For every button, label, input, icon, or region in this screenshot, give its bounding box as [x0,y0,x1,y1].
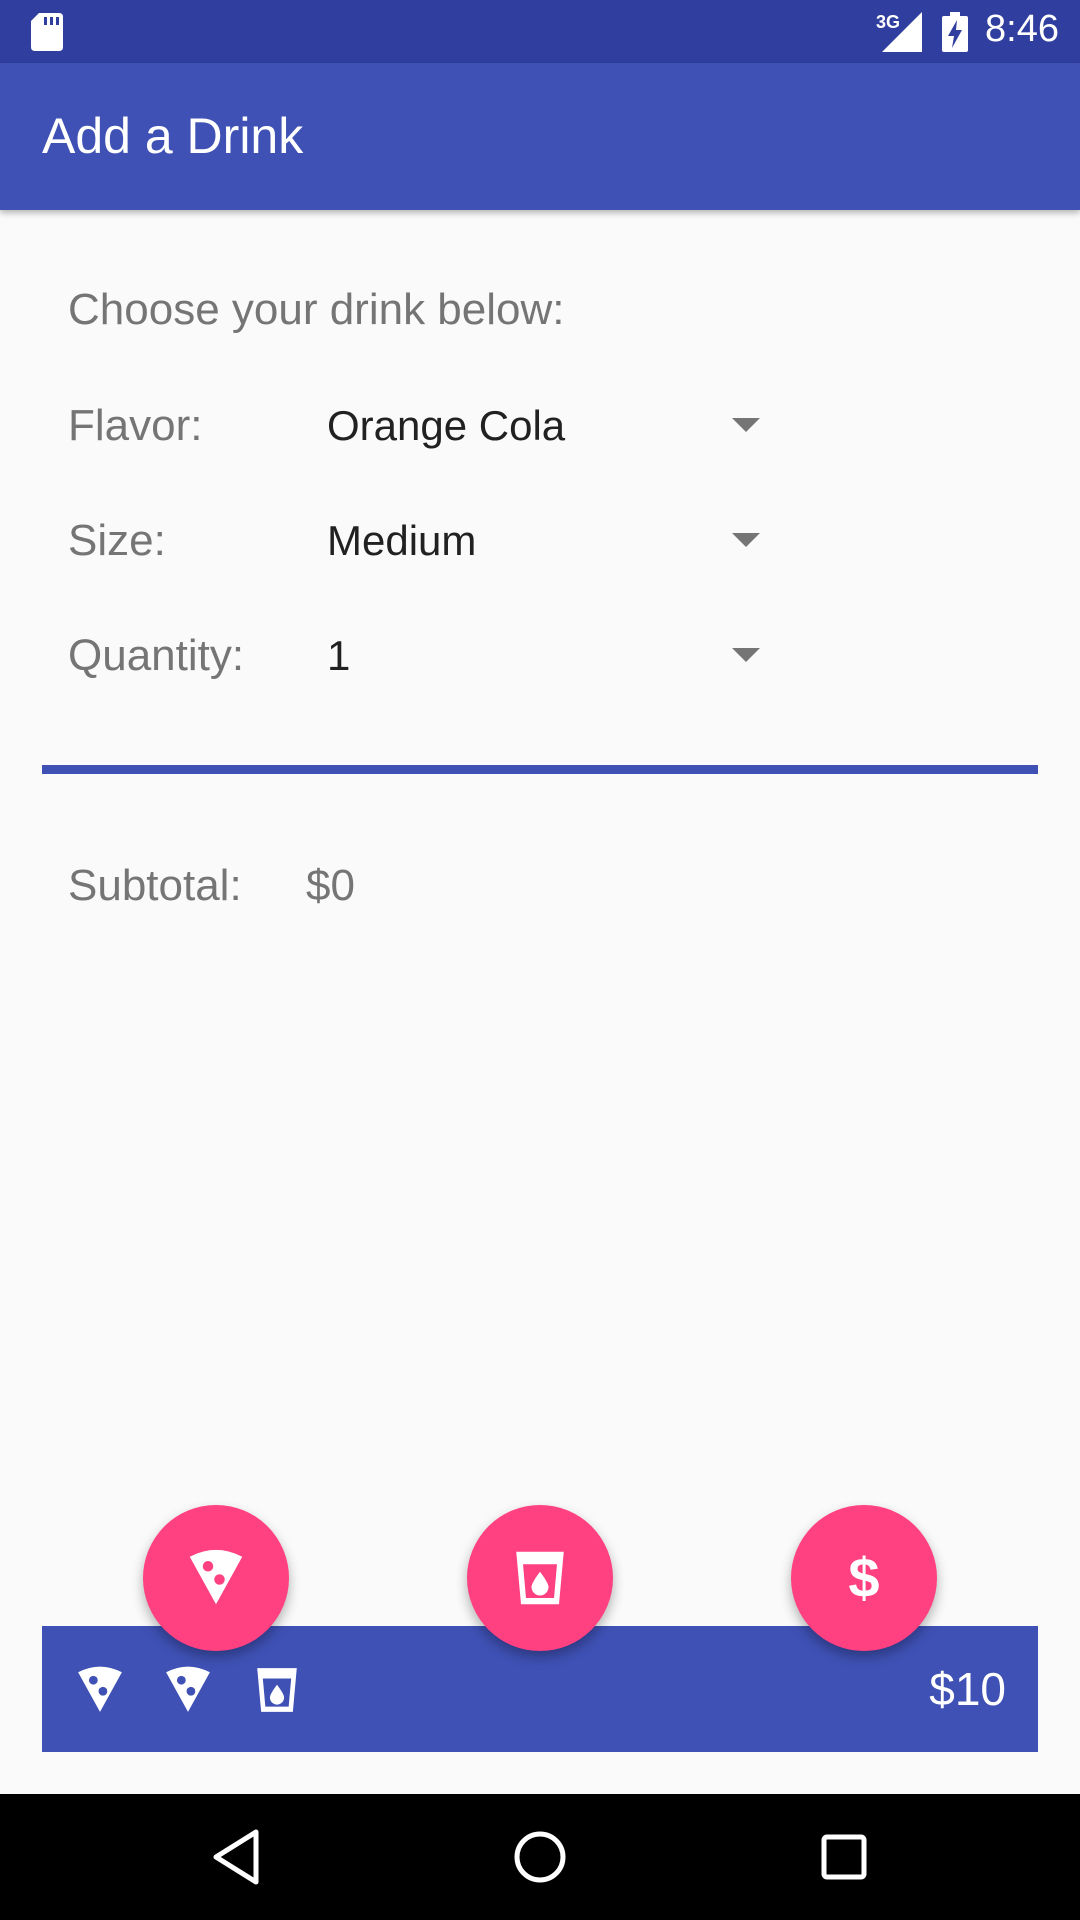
pizza-icon [75,1664,125,1716]
clock: 8:46 [985,8,1059,50]
dollar-icon: $ [848,1546,880,1609]
pizza-icon [163,1664,213,1716]
size-label: Size: [68,516,166,565]
signal-icon [882,12,922,52]
quantity-value: 1 [327,632,351,679]
flavor-label: Flavor: [68,401,203,450]
status-bar: 3G 8:46 [0,0,1080,63]
back-icon[interactable] [206,1827,266,1887]
sd-card-icon [31,13,63,51]
divider [42,765,1038,774]
drink-icon [510,1548,570,1608]
app-bar: Add a Drink [0,63,1080,210]
subtotal-value: $0 [306,861,355,910]
checkout-button[interactable]: $ [791,1505,937,1651]
quantity-label: Quantity: [68,631,245,680]
quantity-dropdown-arrow-icon [732,648,760,662]
subtotal-label: Subtotal: [68,861,242,910]
add-pizza-button[interactable] [143,1505,289,1651]
recents-icon[interactable] [814,1827,874,1887]
size-dropdown-arrow-icon [732,533,760,547]
flavor-dropdown-arrow-icon [732,418,760,432]
battery-charging-icon [942,12,968,52]
drink-icon [252,1664,302,1716]
add-drink-button[interactable] [467,1505,613,1651]
pizza-icon [186,1548,246,1608]
drink-prompt: Choose your drink below: [68,285,565,334]
navigation-bar [0,1794,1080,1920]
cart-total: $10 [929,1663,1006,1715]
size-value: Medium [327,517,477,564]
page-title: Add a Drink [42,108,304,164]
flavor-value: Orange Cola [327,402,566,449]
home-icon[interactable] [510,1827,570,1887]
